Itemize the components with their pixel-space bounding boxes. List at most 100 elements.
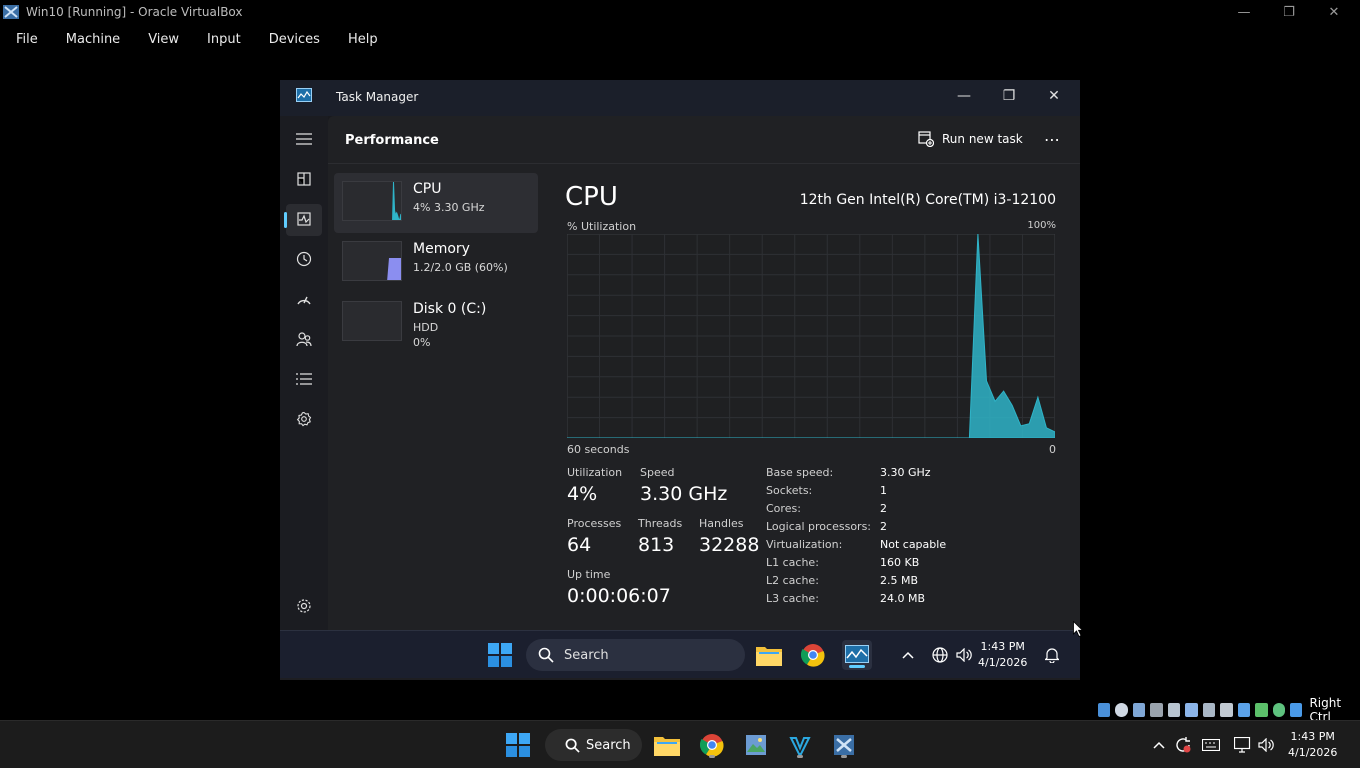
utilization-axis-label: % Utilization (567, 220, 637, 233)
menu-input[interactable]: Input (191, 28, 241, 52)
network-adapter-icon[interactable] (1150, 703, 1163, 717)
disk-type: HDD (413, 321, 439, 334)
app-history-icon[interactable] (292, 247, 316, 271)
window-title: Win10 [Running] - Oracle VirtualBox (26, 5, 243, 19)
services-icon[interactable] (292, 407, 316, 431)
virtualbox-menubar: File Machine View Input Devices Help (0, 28, 390, 52)
settings-gear-icon[interactable] (292, 594, 316, 618)
clock-date: 4/1/2026 (978, 656, 1028, 669)
menu-machine[interactable]: Machine (50, 28, 120, 52)
memory-thumbnail (342, 241, 402, 281)
mouse-integration-icon[interactable] (1289, 703, 1303, 717)
task-manager-title: Task Manager (336, 90, 419, 104)
device-item-cpu[interactable]: CPU 4% 3.30 GHz (334, 173, 538, 233)
tm-close-button[interactable]: ✕ (1034, 84, 1074, 108)
file-explorer-icon[interactable] (754, 640, 784, 670)
host-sync-icon[interactable] (1168, 730, 1198, 760)
guest-clock[interactable]: 1:43 PM 4/1/2026 (978, 639, 1027, 671)
host-clock[interactable]: 1:43 PM 4/1/2026 (1288, 729, 1337, 761)
device-item-disk[interactable]: Disk 0 (C:) HDD 0% (334, 293, 538, 353)
guest-screen: Task Manager — ❐ ✕ Performance Run new t… (280, 80, 1080, 680)
drag-drop-icon[interactable] (1255, 703, 1268, 717)
run-new-task-button[interactable]: Run new task (918, 131, 1023, 147)
menu-view[interactable]: View (132, 28, 179, 52)
taskbar-search-box[interactable]: Search (526, 639, 745, 671)
users-icon[interactable] (292, 327, 316, 351)
spec-value: 1 (880, 484, 887, 497)
device-subtitle: 1.2/2.0 GB (60%) (413, 261, 508, 274)
host-vscode-icon[interactable] (785, 730, 815, 760)
nav-rail (280, 116, 328, 630)
detail-title: CPU (565, 182, 618, 212)
minimize-button[interactable]: — (1229, 2, 1259, 22)
mouse-cursor-icon (1073, 621, 1083, 637)
host-volume-icon[interactable] (1251, 730, 1281, 760)
menu-help[interactable]: Help (332, 28, 378, 52)
guest-taskbar: Search 1:43 PM 4/1/2026 (280, 630, 1080, 678)
page-header: Performance Run new task ⋯ (328, 116, 1080, 164)
disk-usage: 0% (413, 336, 431, 349)
spec-row: L1 cache: 160 KB (766, 556, 1056, 574)
spec-key: Logical processors: (766, 520, 872, 533)
cpu-thumbnail-graph (392, 182, 401, 220)
active-app-indicator (849, 665, 865, 668)
display-icon[interactable] (1202, 703, 1216, 717)
host-image-viewer-icon[interactable] (741, 730, 771, 760)
chrome-icon[interactable] (798, 640, 828, 670)
running-indicator (797, 755, 803, 758)
start-windows-icon[interactable] (485, 640, 515, 670)
recording-icon[interactable] (1220, 703, 1233, 717)
details-icon[interactable] (292, 367, 316, 391)
device-list: CPU 4% 3.30 GHz Memory 1.2/2.0 GB (60%) (334, 173, 538, 353)
spec-value: 3.30 GHz (880, 466, 931, 479)
stat-uptime: Up time 0:00:06:07 (567, 568, 671, 607)
spec-row: Sockets: 1 (766, 484, 1056, 502)
virtualbox-titlebar: Win10 [Running] - Oracle VirtualBox — ❐ … (0, 0, 1360, 24)
host-desktop: Win10 [Running] - Oracle VirtualBox — ❐ … (0, 0, 1360, 768)
task-manager-taskbar-icon[interactable] (842, 640, 872, 670)
optical-drive-icon[interactable] (1115, 703, 1128, 717)
spec-row: Virtualization: Not capable (766, 538, 1056, 556)
stat-label: Speed (640, 466, 675, 479)
host-taskbar-search[interactable]: Search (545, 729, 642, 761)
cpu-icon[interactable] (1237, 703, 1251, 717)
notification-bell-icon[interactable] (1037, 640, 1067, 670)
startup-apps-icon[interactable] (292, 287, 316, 311)
stat-value: 813 (638, 534, 675, 556)
search-label: Search (564, 647, 609, 663)
storage-icon[interactable] (1098, 703, 1111, 717)
cpu-thumbnail-area (392, 182, 401, 220)
audio-icon[interactable] (1132, 703, 1146, 717)
tm-minimize-button[interactable]: — (944, 84, 984, 108)
performance-icon[interactable] (292, 207, 316, 231)
volume-icon[interactable] (949, 640, 979, 670)
host-start-windows-icon[interactable] (503, 730, 533, 760)
run-new-task-icon (918, 131, 934, 147)
utilization-min-label: 0 (1049, 443, 1056, 456)
menu-file[interactable]: File (0, 28, 38, 52)
device-item-memory[interactable]: Memory 1.2/2.0 GB (60%) (334, 233, 538, 293)
virtualbox-status-bar: Right Ctrl (1098, 696, 1360, 724)
host-keyboard-icon[interactable] (1196, 730, 1226, 760)
show-hidden-icons-chevron-icon[interactable] (893, 640, 923, 670)
hamburger-menu-icon[interactable] (292, 127, 316, 151)
menu-devices[interactable]: Devices (253, 28, 320, 52)
task-manager-titlebar: Task Manager — ❐ ✕ (280, 80, 1080, 116)
usb-icon[interactable] (1167, 703, 1181, 717)
spec-row: L3 cache: 24.0 MB (766, 592, 1056, 610)
shared-folders-icon[interactable] (1185, 703, 1198, 717)
spec-row: Cores: 2 (766, 502, 1056, 520)
host-virtualbox-icon[interactable] (829, 730, 859, 760)
tm-restore-button[interactable]: ❐ (989, 84, 1029, 108)
close-button[interactable]: ✕ (1319, 2, 1349, 22)
stat-value: 64 (567, 534, 592, 556)
processes-icon[interactable] (292, 167, 316, 191)
cpu-model: 12th Gen Intel(R) Core(TM) i3-12100 (799, 192, 1056, 208)
cpu-thumbnail (342, 181, 402, 221)
guest-additions-icon[interactable] (1272, 703, 1285, 717)
host-file-explorer-icon[interactable] (652, 730, 682, 760)
host-chrome-icon[interactable] (697, 730, 727, 760)
more-options-button[interactable]: ⋯ (1044, 130, 1061, 149)
spec-key: L2 cache: (766, 574, 819, 587)
maximize-button[interactable]: ❐ (1274, 2, 1304, 22)
